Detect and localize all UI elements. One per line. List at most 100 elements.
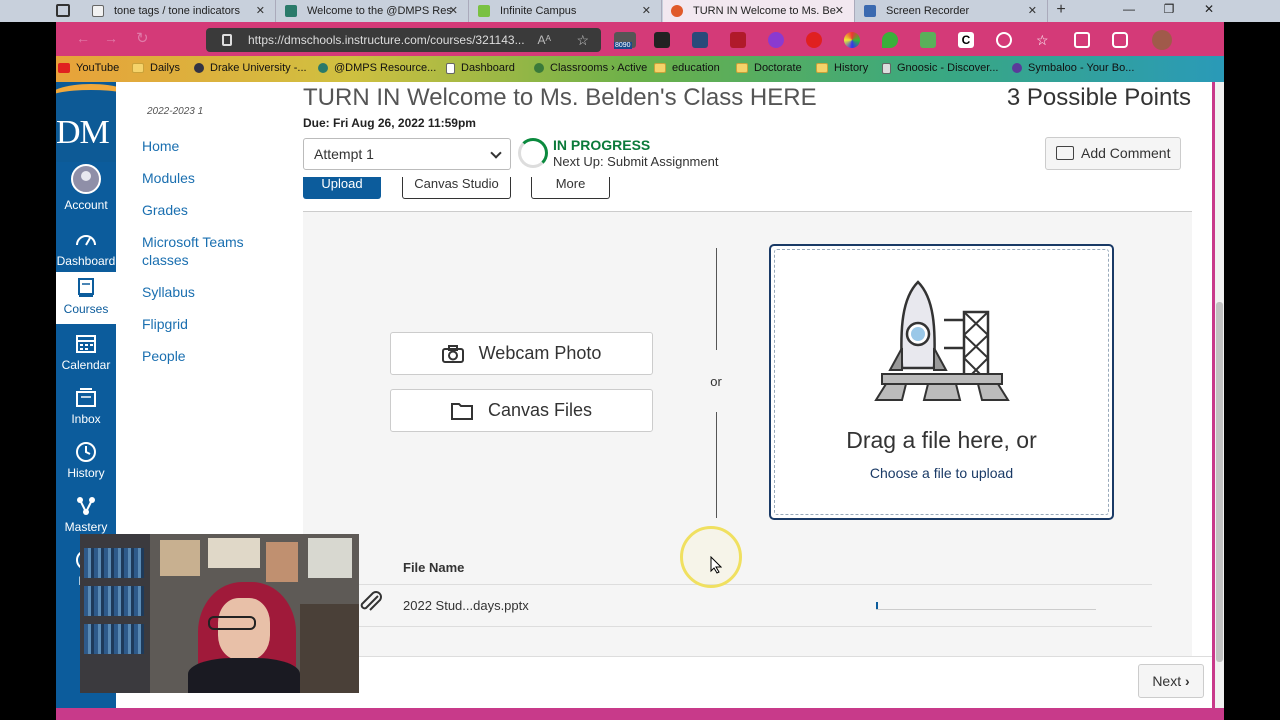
close-window-icon[interactable]: ✕ [1194,2,1224,16]
page-scrollbar[interactable] [1215,82,1224,708]
new-tab-icon[interactable]: + [1050,0,1072,22]
tab-more[interactable]: More [531,177,610,199]
course-nav-home[interactable]: Home [142,137,179,155]
canvas-icon [671,5,683,17]
extension-icon[interactable] [692,32,708,48]
progress-ring-icon [518,138,548,168]
bookmark-link[interactable]: Drake University -... [194,62,307,74]
scrollbar-thumb[interactable] [1216,302,1223,662]
lock-icon [222,34,232,46]
close-tab-icon[interactable]: ✕ [449,4,458,17]
extensions-puzzle-icon[interactable] [996,32,1012,48]
attempt-select[interactable]: Attempt 1 [303,138,511,170]
extension-c-icon[interactable]: C [958,32,974,48]
favorites-icon[interactable]: ☆ [1036,32,1052,48]
extension-icon[interactable] [844,32,860,48]
browser-tab[interactable]: Welcome to the @DMPS Res ✕ [277,0,469,22]
drake-icon [194,63,204,73]
bookmark-link[interactable]: @DMPS Resource... [318,62,436,74]
wall-poster [160,540,200,576]
close-tab-icon[interactable]: ✕ [1028,4,1037,17]
bookmark-label: Gnoosic - Discover... [897,62,999,74]
extension-icon[interactable] [768,32,784,48]
drop-zone-title: Drag a file here, or [846,427,1037,453]
file-name-column-header: File Name [403,560,465,575]
dashboard-icon [76,235,96,246]
course-nav-people[interactable]: People [142,347,186,365]
course-nav-modules[interactable]: Modules [142,169,195,187]
minimize-icon[interactable]: — [1114,2,1144,16]
course-nav-grades[interactable]: Grades [142,201,188,219]
tab-upload[interactable]: Upload [303,177,381,199]
back-icon[interactable]: ← [76,30,90,46]
wall-poster [308,538,352,578]
divider [716,412,717,518]
inbox-icon [76,388,96,407]
webcam-photo-button[interactable]: Webcam Photo [390,332,653,375]
glasses-extension-icon[interactable] [654,32,670,48]
bookmark-link[interactable]: Dashboard [446,62,515,74]
close-tab-icon[interactable]: ✕ [642,4,651,17]
course-nav-syllabus[interactable]: Syllabus [142,283,195,301]
bookmark-folder[interactable]: education [654,62,720,74]
extension-badge: 8090 [614,42,632,49]
screen-recorder-icon [864,5,876,17]
bookmark-folder[interactable]: Dailys [132,62,180,74]
browser-tab[interactable]: tone tags / tone indicators ✕ [84,0,276,22]
restore-icon[interactable]: ❐ [1154,2,1184,16]
browser-tab-active[interactable]: TURN IN Welcome to Ms. Be ✕ [663,0,855,22]
bookmark-link[interactable]: Gnoosic - Discover... [882,62,998,74]
bookmark-folder[interactable]: Doctorate [736,62,802,74]
tab-canvas-studio[interactable]: Canvas Studio [402,177,511,199]
extension-icon[interactable] [882,32,898,48]
add-comment-label: Add Comment [1081,145,1171,161]
canvas-files-button[interactable]: Canvas Files [390,389,653,432]
nav-calendar[interactable]: Calendar [56,334,116,374]
extension-icon[interactable] [920,32,936,48]
nav-courses[interactable]: Courses [56,272,116,324]
collections-icon[interactable] [1074,32,1090,48]
next-button[interactable]: Next › [1138,664,1204,698]
extension-icon[interactable] [730,32,746,48]
nav-history[interactable]: History [56,442,116,482]
folder-icon [654,63,666,73]
browser-essentials-icon[interactable] [1112,32,1128,48]
browser-tab[interactable]: Infinite Campus ✕ [470,0,662,22]
bookmark-folder[interactable]: History [816,62,868,74]
nav-inbox[interactable]: Inbox [56,388,116,428]
district-logo[interactable]: DM [56,82,116,162]
file-drop-zone[interactable]: Drag a file here, or Choose a file to up… [769,244,1114,520]
nav-dashboard[interactable]: Dashboard [56,230,116,270]
bookmarks-bar: YouTube Dailys Drake University -... @DM… [56,56,1224,82]
add-comment-button[interactable]: Add Comment [1045,137,1181,170]
nav-account[interactable]: Account [56,164,116,216]
page-icon [92,5,104,17]
course-nav-flipgrid[interactable]: Flipgrid [142,315,188,333]
nav-label: Mastery [64,520,108,534]
bookmark-link[interactable]: Classrooms › Active [534,62,647,74]
bookmark-link[interactable]: Symbaloo - Your Bo... [1012,62,1134,74]
browser-tab[interactable]: Screen Recorder ✕ [856,0,1048,22]
folder-icon [132,63,144,73]
courses-icon [78,278,94,297]
logo-text: DM [56,114,110,151]
close-tab-icon[interactable]: ✕ [256,4,265,17]
nav-mastery[interactable]: Mastery [56,496,116,536]
profile-avatar[interactable] [1152,30,1172,50]
extension-8090-icon[interactable]: 8090 [614,32,636,49]
extension-icon[interactable] [806,32,822,48]
tab-actions-icon[interactable] [56,4,70,17]
folder-icon [816,63,828,73]
url-field[interactable]: https://dmschools.instructure.com/course… [206,28,601,52]
forward-icon[interactable]: → [104,30,118,46]
close-tab-icon[interactable]: ✕ [835,4,844,17]
bookmark-label: YouTube [76,62,120,74]
read-aloud-icon[interactable]: Aᴬ [538,28,551,52]
bookmark-youtube[interactable]: YouTube [58,62,119,74]
webcam-photo-label: Webcam Photo [478,343,602,363]
choose-file-link[interactable]: Choose a file to upload [771,465,1112,481]
favorite-star-icon[interactable]: ☆ [576,28,589,52]
refresh-icon[interactable]: ↻ [136,29,149,47]
course-nav-teams[interactable]: Microsoft Teams classes [142,233,262,269]
history-icon [76,442,96,462]
